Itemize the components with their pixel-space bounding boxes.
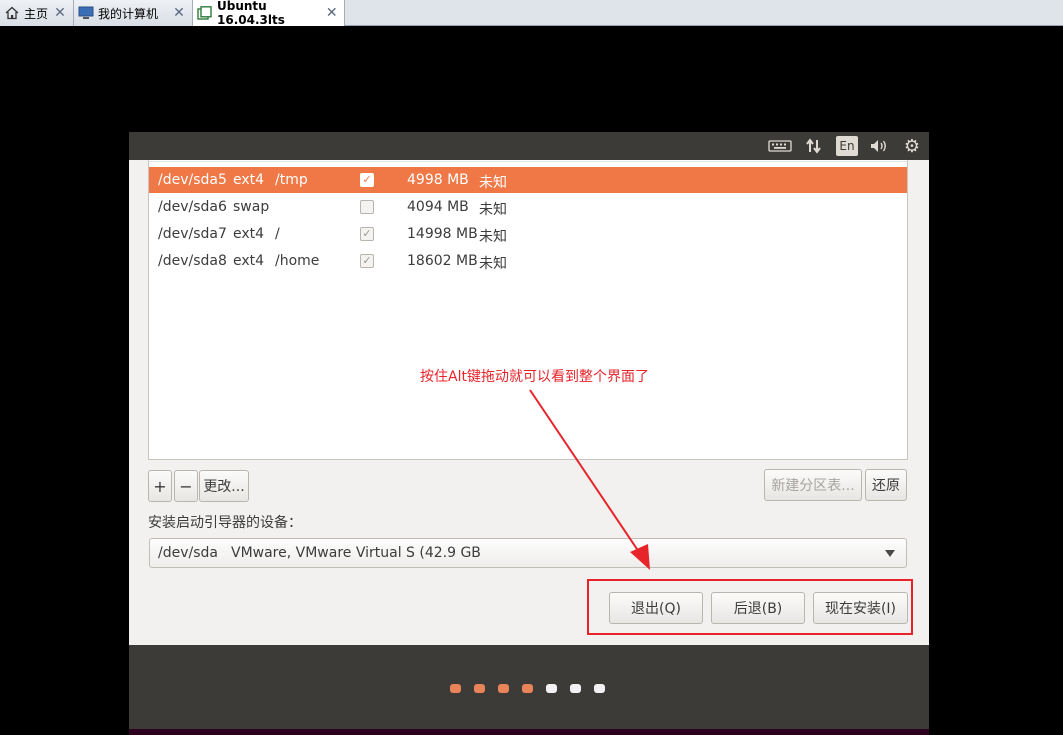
close-icon[interactable]: ✕ — [53, 5, 67, 21]
partition-type: ext4 — [233, 172, 265, 188]
keyboard-icon[interactable] — [767, 136, 793, 156]
progress-dot — [546, 684, 557, 693]
partition-table[interactable]: /dev/sda5 ext4/tmp 4998 MB 未知 ✓ /dev/sda6 swap… — [148, 160, 908, 460]
bootloader-device: /dev/sda — [158, 545, 218, 561]
table-row[interactable]: /dev/sda5 ext4/tmp 4998 MB 未知 ✓ — [149, 167, 907, 193]
settings-gear-icon[interactable]: ⚙ — [901, 136, 923, 157]
installer-footer — [129, 645, 929, 735]
new-partition-table-button[interactable]: 新建分区表... — [764, 469, 862, 501]
annotation-highlight-box — [587, 579, 913, 635]
progress-dot — [450, 684, 461, 693]
partition-used: 未知 — [479, 229, 507, 245]
partition-device: /dev/sda7 — [158, 226, 227, 242]
tab-label: 我的计算机 — [98, 6, 159, 21]
progress-dot — [570, 684, 581, 693]
computer-icon — [78, 5, 94, 21]
partition-mount-point: /home — [275, 253, 320, 269]
partition-size: 4094 MB — [407, 199, 469, 215]
partially-visible-row — [149, 160, 907, 162]
partition-size: 18602 MB — [407, 253, 478, 269]
tab-home[interactable]: 主页 ✕ — [0, 0, 74, 26]
volume-icon[interactable] — [868, 136, 890, 156]
progress-dot — [594, 684, 605, 693]
ubuntu-installer-window: En ⚙ /dev/sda5 ext4/tmp 4998 MB 未知 ✓/dev/sda… — [129, 132, 929, 735]
partition-type: swap — [233, 199, 270, 215]
table-row[interactable]: /dev/sda7 ext4 / 14998 MB 未知 ✓ — [149, 221, 907, 247]
tab-ubuntu-vm[interactable]: Ubuntu 16.04.3lts ✕ — [193, 0, 345, 27]
close-icon[interactable]: ✕ — [172, 5, 186, 21]
format-checkbox[interactable] — [360, 200, 374, 214]
network-icon[interactable] — [803, 136, 825, 156]
partition-type: ext4 — [233, 253, 265, 269]
partition-mount-point: / — [275, 226, 280, 242]
partition-device: /dev/sda6 — [158, 199, 227, 215]
vm-icon — [197, 5, 213, 21]
partition-device: /dev/sda5 — [158, 172, 227, 188]
change-partition-button[interactable]: 更改... — [199, 470, 249, 502]
top-panel: En ⚙ — [129, 132, 929, 160]
partition-used: 未知 — [479, 256, 507, 272]
partition-used: 未知 — [479, 202, 507, 218]
tab-my-computer[interactable]: 我的计算机 ✕ — [74, 0, 193, 26]
chevron-down-icon — [885, 550, 895, 557]
partition-mount-point: /tmp — [275, 172, 308, 188]
format-checkbox[interactable]: ✓ — [360, 173, 374, 187]
progress-dot — [522, 684, 533, 693]
format-checkbox[interactable]: ✓ — [360, 254, 374, 268]
remove-partition-button[interactable]: − — [174, 470, 198, 502]
home-icon — [4, 5, 20, 21]
partition-size: 14998 MB — [407, 226, 478, 242]
bootloader-label: 安装启动引导器的设备： — [148, 515, 302, 531]
partition-type: ext4 — [233, 226, 265, 242]
close-icon[interactable]: ✕ — [326, 5, 338, 21]
vmware-tab-bar: 主页 ✕ 我的计算机 ✕ Ubuntu 16.04.3lts ✕ — [0, 0, 1063, 27]
tab-label: 主页 — [24, 6, 49, 21]
partition-used: 未知 — [479, 175, 507, 191]
add-partition-button[interactable]: + — [148, 470, 172, 502]
table-row[interactable]: /dev/sda8 ext4/home 18602 MB 未知 ✓ — [149, 248, 907, 274]
annotation-text: 按住Alt键拖动就可以看到整个界面了 — [420, 369, 649, 385]
partition-size: 4998 MB — [407, 172, 469, 188]
tab-label: Ubuntu 16.04.3lts — [217, 0, 285, 27]
progress-dot — [474, 684, 485, 693]
progress-dot — [498, 684, 509, 693]
language-indicator[interactable]: En — [836, 136, 858, 156]
table-row[interactable]: /dev/sda6 swap 4094 MB 未知 — [149, 194, 907, 220]
bootloader-description: VMware, VMware Virtual S (42.9 GB — [231, 545, 481, 561]
footer-bottom-line — [129, 729, 929, 735]
bootloader-device-select[interactable]: /dev/sda VMware, VMware Virtual S (42.9 … — [149, 538, 907, 568]
format-checkbox[interactable]: ✓ — [360, 227, 374, 241]
partition-device: /dev/sda8 — [158, 253, 227, 269]
revert-button[interactable]: 还原 — [865, 469, 907, 501]
